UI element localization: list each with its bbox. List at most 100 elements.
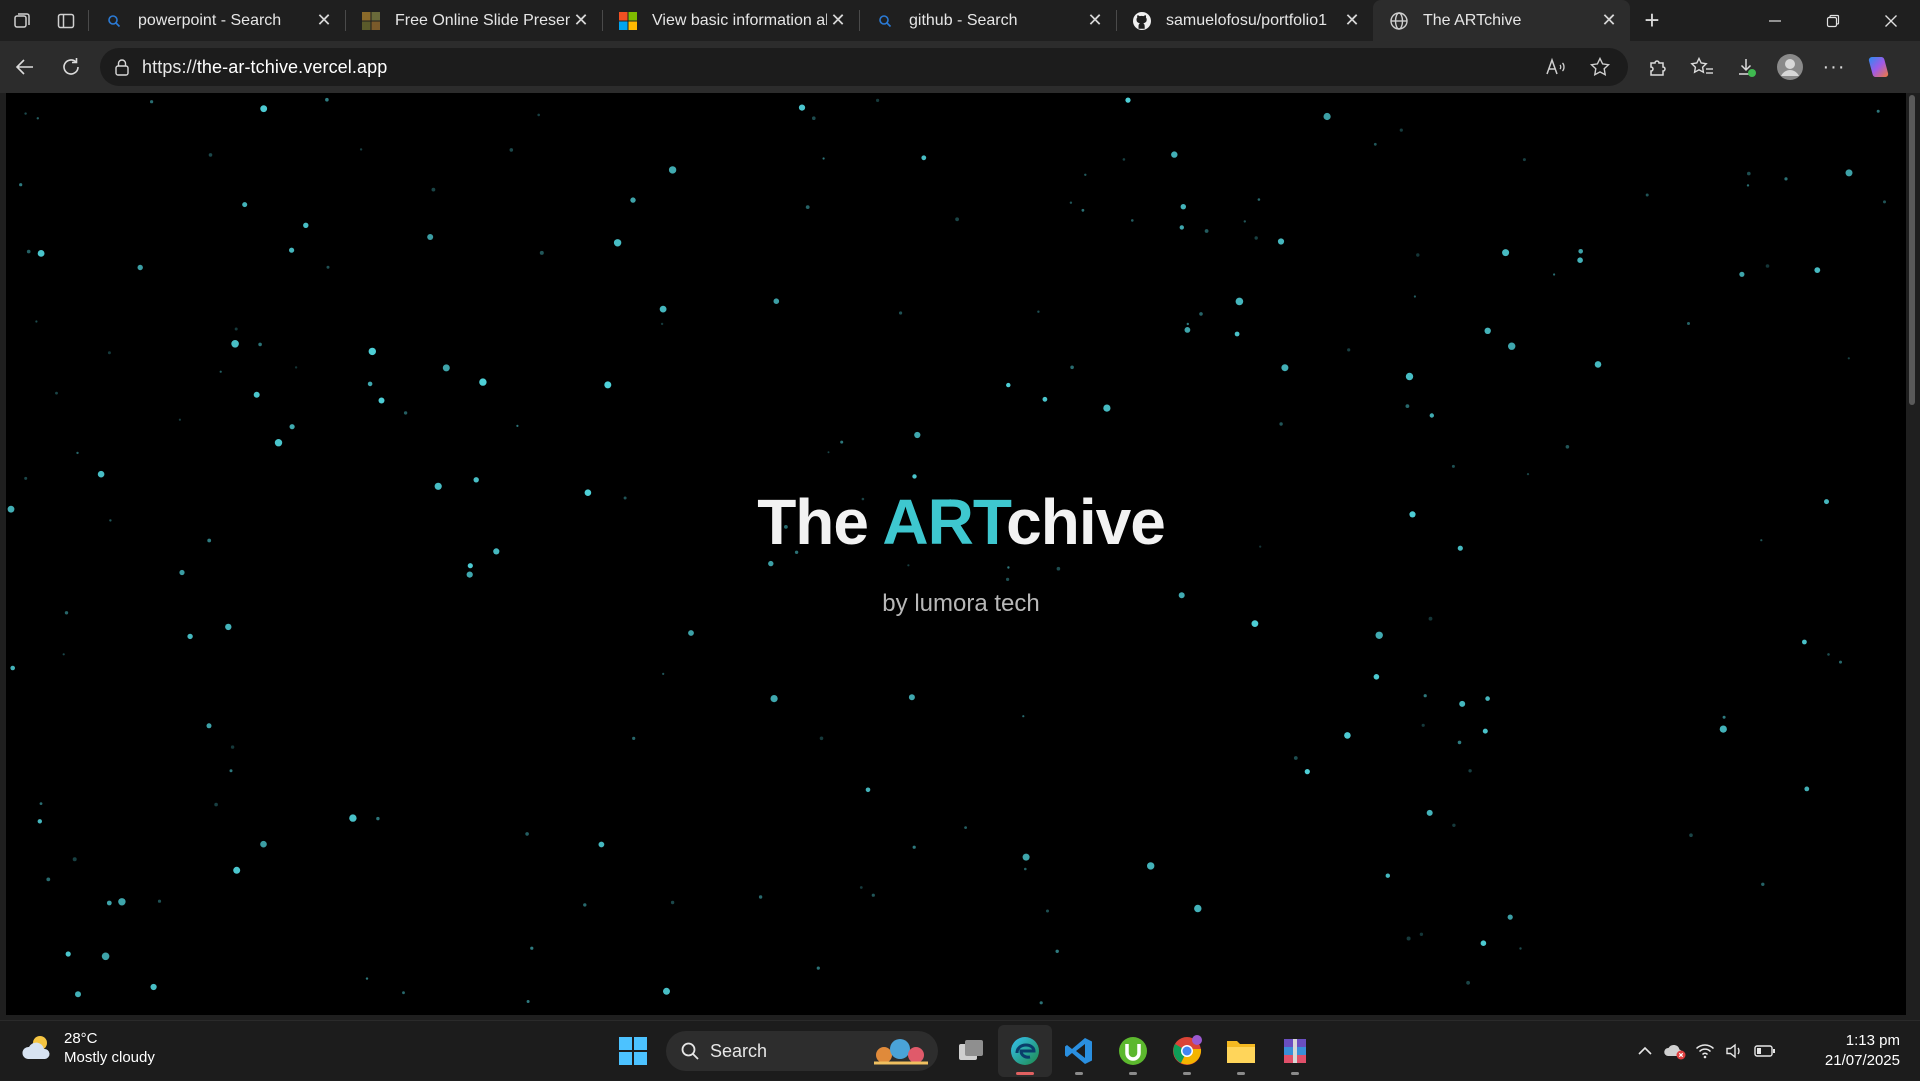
onedrive-button[interactable] <box>1660 1031 1690 1071</box>
close-icon[interactable]: ✕ <box>570 10 592 32</box>
star-particle <box>1722 715 1726 719</box>
tab-title: Free Online Slide Presentat <box>395 11 570 29</box>
star-particle <box>1413 295 1416 298</box>
star-particle <box>773 298 780 304</box>
close-icon[interactable]: ✕ <box>1084 10 1106 32</box>
battery-button[interactable] <box>1750 1031 1780 1071</box>
taskbar-chrome[interactable] <box>1160 1025 1214 1077</box>
refresh-button[interactable] <box>48 44 94 90</box>
system-tray <box>1630 1021 1780 1081</box>
taskbar-utorrent[interactable] <box>1106 1025 1160 1077</box>
running-indicator <box>1183 1072 1191 1075</box>
page-subtitle: by lumora tech <box>882 590 1040 617</box>
star-particle <box>359 148 363 151</box>
close-icon[interactable]: ✕ <box>827 10 849 32</box>
favorite-star-button[interactable] <box>1582 49 1618 85</box>
taskbar-winrar[interactable] <box>1268 1025 1322 1077</box>
star-particle <box>1186 322 1190 326</box>
star-particle <box>1344 732 1351 739</box>
taskbar-apps: Search <box>606 1025 1322 1077</box>
workspaces-button[interactable] <box>0 0 44 41</box>
minimize-button[interactable] <box>1746 0 1804 41</box>
star-particle <box>157 899 162 903</box>
star-particle <box>604 381 612 389</box>
cloudy-weather-icon <box>22 1036 50 1059</box>
star-particle <box>1199 312 1203 316</box>
star-particle <box>1507 914 1513 920</box>
star-particle <box>805 205 810 209</box>
close-icon[interactable]: ✕ <box>1598 10 1620 32</box>
star-particle <box>1423 694 1427 698</box>
tab-title: github - Search <box>909 11 1018 29</box>
favorites-button[interactable] <box>1680 44 1724 90</box>
read-aloud-icon <box>1546 57 1565 75</box>
star-particle <box>1761 882 1765 886</box>
star-particle <box>1426 809 1433 816</box>
close-window-button[interactable] <box>1862 0 1920 41</box>
star-particle <box>668 166 677 174</box>
extensions-button[interactable] <box>1636 44 1680 90</box>
star-particle <box>1457 740 1462 745</box>
taskbar-edge[interactable] <box>998 1025 1052 1077</box>
favorites-icon <box>1690 56 1713 74</box>
star-particle <box>583 903 587 907</box>
taskbar-file-explorer[interactable] <box>1214 1025 1268 1077</box>
star-particle <box>1482 728 1488 734</box>
star-particle <box>1814 267 1821 273</box>
url-text[interactable]: https://the-ar-tchive.vercel.app <box>142 57 387 78</box>
star-particle <box>1254 236 1258 240</box>
vertical-tabs-button[interactable] <box>44 0 88 41</box>
restore-button[interactable] <box>1804 0 1862 41</box>
weather-widget[interactable]: 28°C Mostly cloudy <box>20 1029 155 1067</box>
star-particle <box>466 571 473 578</box>
system-clock[interactable]: 1:13 pm 21/07/2025 <box>1800 1031 1900 1071</box>
star-particle <box>1719 725 1727 733</box>
downloads-button[interactable] <box>1724 44 1768 90</box>
tab-github-search[interactable]: github - Search ✕ <box>859 0 1116 41</box>
page-scrollbar[interactable] <box>1906 93 1920 1015</box>
address-bar-actions <box>1538 48 1618 86</box>
tab-powerpoint-search[interactable]: powerpoint - Search ✕ <box>88 0 345 41</box>
star-particle <box>1373 142 1377 146</box>
star-particle <box>630 197 636 203</box>
copilot-button[interactable] <box>1856 44 1900 90</box>
star-particle <box>526 1000 530 1003</box>
lock-icon <box>115 59 129 76</box>
tab-basic-information[interactable]: View basic information abo ✕ <box>602 0 859 41</box>
start-button[interactable] <box>606 1025 660 1077</box>
new-tab-button[interactable]: + <box>1630 0 1674 41</box>
star-particle <box>955 217 959 222</box>
star-particle <box>659 305 667 313</box>
back-button[interactable] <box>2 44 48 90</box>
search-label: Search <box>710 1040 768 1061</box>
close-icon[interactable]: ✕ <box>313 10 335 32</box>
back-arrow-icon <box>15 59 33 75</box>
address-bar[interactable]: https://the-ar-tchive.vercel.app <box>100 48 1628 86</box>
star-particle <box>253 391 260 398</box>
tab-github-portfolio[interactable]: samuelofosu/portfolio1 ✕ <box>1116 0 1373 41</box>
star-particle <box>819 736 824 741</box>
scrollbar-thumb[interactable] <box>1909 95 1915 405</box>
wifi-button[interactable] <box>1690 1031 1720 1071</box>
task-view-button[interactable] <box>944 1025 998 1077</box>
tab-slide-presentation[interactable]: Free Online Slide Presentat ✕ <box>345 0 602 41</box>
star-particle <box>1081 208 1085 212</box>
star-particle <box>1689 833 1693 837</box>
profile-button[interactable] <box>1768 44 1812 90</box>
star-particle <box>431 187 436 192</box>
show-hidden-icons-button[interactable] <box>1630 1031 1660 1071</box>
close-icon[interactable]: ✕ <box>1341 10 1363 32</box>
microsoft-icon <box>618 11 638 31</box>
star-particle <box>1480 940 1487 946</box>
star-particle <box>1485 696 1490 701</box>
volume-button[interactable] <box>1720 1031 1750 1071</box>
tab-title: View basic information abo <box>652 11 827 29</box>
title-prefix: The <box>757 486 883 558</box>
star-particle <box>1022 715 1025 718</box>
tab-the-artchive[interactable]: The ARTchive ✕ <box>1373 0 1630 41</box>
taskbar-search[interactable]: Search <box>666 1031 938 1071</box>
settings-more-button[interactable]: ··· <box>1812 44 1856 90</box>
star-particle <box>1055 949 1059 953</box>
taskbar-vscode[interactable] <box>1052 1025 1106 1077</box>
read-aloud-button[interactable] <box>1538 49 1574 85</box>
